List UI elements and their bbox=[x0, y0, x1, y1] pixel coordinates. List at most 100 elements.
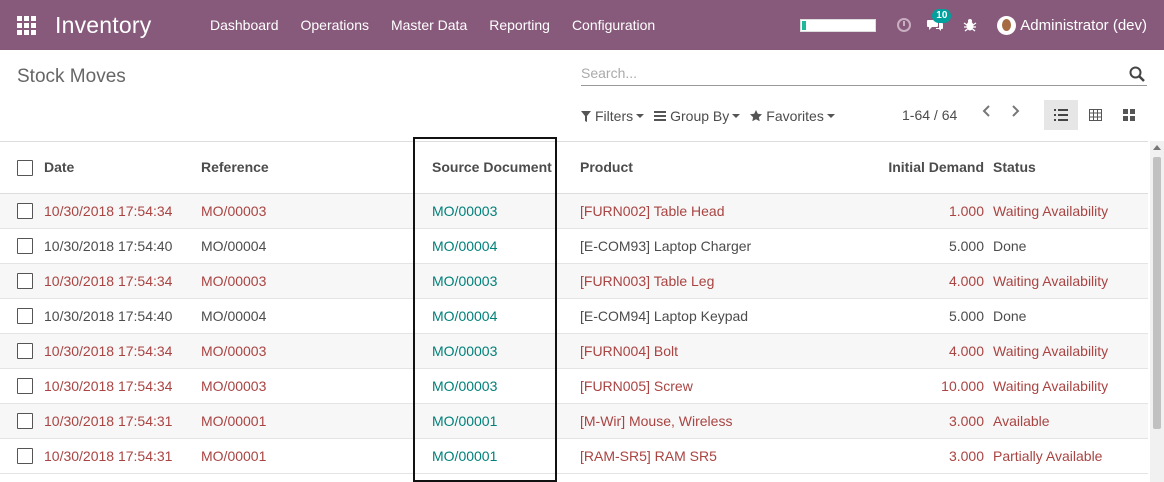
cell-source-document[interactable]: MO/00001 bbox=[432, 403, 580, 439]
table-icon bbox=[1088, 109, 1102, 121]
messages-button[interactable]: 10 bbox=[926, 9, 952, 32]
row-select-cell bbox=[0, 368, 44, 404]
table-row[interactable]: 10/30/2018 17:54:34 MO/00003 MO/00003 [FURN… bbox=[0, 368, 1148, 404]
menu-dashboard[interactable]: Dashboard bbox=[203, 0, 290, 50]
favorites-label: Favorites bbox=[766, 108, 824, 124]
app-title[interactable]: Inventory bbox=[55, 12, 203, 39]
apps-menu-button[interactable] bbox=[0, 0, 52, 50]
search-icon[interactable] bbox=[1129, 66, 1145, 82]
cell-date: 10/30/2018 17:54:34 bbox=[44, 193, 201, 229]
row-select-cell bbox=[0, 438, 44, 474]
list-view-button[interactable] bbox=[1044, 100, 1078, 130]
row-select-cell bbox=[0, 263, 44, 299]
favorites-button[interactable]: Favorites bbox=[750, 108, 835, 124]
row-checkbox[interactable] bbox=[17, 343, 33, 360]
cell-reference: MO/00003 bbox=[201, 263, 432, 299]
cell-date: 10/30/2018 17:54:31 bbox=[44, 403, 201, 439]
scroll-up-arrow[interactable] bbox=[1153, 145, 1161, 150]
column-reference[interactable]: Reference bbox=[201, 142, 432, 194]
table-row[interactable]: 10/30/2018 17:54:31 MO/00001 MO/00001 [M-Wi… bbox=[0, 403, 1148, 439]
row-checkbox[interactable] bbox=[17, 448, 33, 465]
onboarding-progress-bar[interactable] bbox=[800, 18, 877, 32]
pager-value[interactable]: 1-64 / 64 bbox=[902, 107, 957, 123]
apps-grid-icon bbox=[16, 15, 36, 35]
cell-product: [RAM-SR5] RAM SR5 bbox=[580, 438, 822, 474]
table-row[interactable]: 10/30/2018 17:54:34 MO/00003 MO/00003 [FURN… bbox=[0, 263, 1148, 299]
cell-status: Available bbox=[993, 403, 1148, 439]
cell-product: [E-COM93] Laptop Charger bbox=[580, 228, 822, 264]
caret-down-icon bbox=[826, 114, 835, 118]
row-select-cell bbox=[0, 333, 44, 369]
breadcrumb: Stock Moves bbox=[17, 66, 126, 87]
cell-source-document[interactable]: MO/00003 bbox=[432, 333, 580, 369]
menu-operations[interactable]: Operations bbox=[290, 0, 380, 50]
menu-master-data[interactable]: Master Data bbox=[380, 0, 478, 50]
column-date[interactable]: Date bbox=[44, 142, 201, 194]
cell-initial-demand: 5.000 bbox=[822, 298, 993, 334]
cell-initial-demand: 3.000 bbox=[822, 403, 993, 439]
cell-reference: MO/00003 bbox=[201, 333, 432, 369]
cell-date: 10/30/2018 17:54:34 bbox=[44, 263, 201, 299]
search-input[interactable] bbox=[581, 62, 1101, 84]
menu-configuration[interactable]: Configuration bbox=[561, 0, 666, 50]
caret-down-icon bbox=[732, 114, 741, 118]
cell-product: [FURN003] Table Leg bbox=[580, 263, 822, 299]
star-icon bbox=[750, 110, 763, 122]
column-status[interactable]: Status bbox=[993, 142, 1148, 194]
bug-icon[interactable] bbox=[963, 18, 977, 32]
column-initial-demand[interactable]: Initial Demand bbox=[822, 142, 993, 194]
row-checkbox[interactable] bbox=[17, 238, 33, 255]
table-row[interactable]: 10/30/2018 17:54:40 MO/00004 MO/00004 [E-CO… bbox=[0, 228, 1148, 264]
filter-icon bbox=[581, 110, 591, 122]
column-product[interactable]: Product bbox=[580, 142, 822, 194]
table-row[interactable]: 10/30/2018 17:54:34 MO/00003 MO/00003 [FURN… bbox=[0, 333, 1148, 369]
row-checkbox[interactable] bbox=[17, 203, 33, 220]
row-checkbox[interactable] bbox=[17, 378, 33, 395]
filters-button[interactable]: Filters bbox=[581, 108, 645, 124]
cell-reference: MO/00004 bbox=[201, 228, 432, 264]
clock-icon[interactable] bbox=[897, 18, 912, 32]
vertical-scrollbar[interactable] bbox=[1150, 141, 1164, 482]
table-row[interactable]: 10/30/2018 17:54:34 MO/00003 MO/00003 [FURN… bbox=[0, 193, 1148, 229]
group-by-label: Group By bbox=[670, 108, 730, 124]
cell-source-document[interactable]: MO/00004 bbox=[432, 228, 580, 264]
cell-reference: MO/00004 bbox=[201, 298, 432, 334]
messages-badge: 10 bbox=[932, 9, 952, 23]
cell-source-document[interactable]: MO/00003 bbox=[432, 193, 580, 229]
row-checkbox[interactable] bbox=[17, 308, 33, 325]
cell-product: [FURN002] Table Head bbox=[580, 193, 822, 229]
main-menu: Dashboard Operations Master Data Reporti… bbox=[203, 0, 666, 50]
cell-initial-demand: 3.000 bbox=[822, 438, 993, 474]
select-all-checkbox[interactable] bbox=[17, 159, 33, 176]
cell-status: Partially Available bbox=[993, 438, 1148, 474]
menu-reporting[interactable]: Reporting bbox=[478, 0, 561, 50]
cell-status: Waiting Availability bbox=[993, 368, 1148, 404]
top-navbar: Inventory Dashboard Operations Master Da… bbox=[0, 0, 1164, 50]
row-checkbox[interactable] bbox=[17, 413, 33, 430]
cell-product: [E-COM94] Laptop Keypad bbox=[580, 298, 822, 334]
list-icon bbox=[1054, 109, 1068, 121]
pivot-view-button[interactable] bbox=[1078, 100, 1112, 130]
kanban-view-button[interactable] bbox=[1112, 100, 1146, 130]
cell-source-document[interactable]: MO/00004 bbox=[432, 298, 580, 334]
cell-source-document[interactable]: MO/00001 bbox=[432, 438, 580, 474]
cell-product: [FURN004] Bolt bbox=[580, 333, 822, 369]
pager-previous-button[interactable] bbox=[973, 104, 1001, 122]
column-source-document[interactable]: Source Document bbox=[432, 142, 580, 194]
cell-initial-demand: 4.000 bbox=[822, 263, 993, 299]
table-row[interactable]: 10/30/2018 17:54:40 MO/00004 MO/00004 [E-CO… bbox=[0, 298, 1148, 334]
pager-arrows bbox=[973, 104, 1029, 122]
avatar bbox=[997, 15, 1017, 35]
cell-source-document[interactable]: MO/00003 bbox=[432, 368, 580, 404]
cell-source-document[interactable]: MO/00003 bbox=[432, 263, 580, 299]
table-row[interactable]: 10/30/2018 17:54:31 MO/00001 MO/00001 [RAM-… bbox=[0, 438, 1148, 474]
user-menu[interactable]: Administrator (dev) bbox=[997, 15, 1147, 35]
select-all-cell bbox=[0, 142, 44, 194]
pager-next-button[interactable] bbox=[1001, 104, 1029, 122]
cell-reference: MO/00001 bbox=[201, 438, 432, 474]
cell-initial-demand: 10.000 bbox=[822, 368, 993, 404]
group-by-button[interactable]: Group By bbox=[654, 108, 741, 124]
view-switcher bbox=[1044, 100, 1146, 130]
row-checkbox[interactable] bbox=[17, 273, 33, 290]
scrollbar-thumb[interactable] bbox=[1153, 157, 1161, 429]
